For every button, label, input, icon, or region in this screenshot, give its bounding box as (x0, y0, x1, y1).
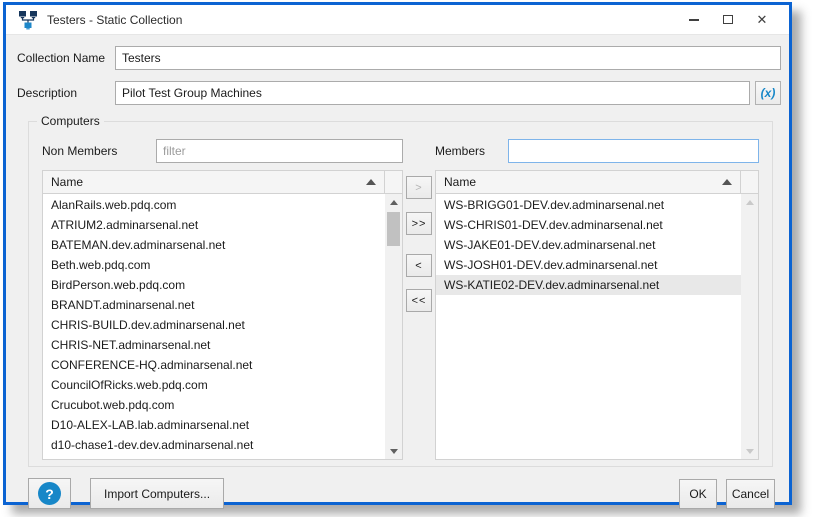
list-item[interactable]: CouncilOfRicks.web.pdq.com (43, 375, 385, 395)
header-scroll-cap (741, 171, 758, 193)
list-item[interactable]: BirdPerson.web.pdq.com (43, 275, 385, 295)
import-computers-button[interactable]: Import Computers... (90, 478, 225, 509)
non-members-rows: AlanRails.web.pdq.com ATRIUM2.adminarsena… (43, 194, 385, 459)
maximize-button[interactable] (711, 7, 745, 33)
insert-variable-button[interactable]: (x) (755, 81, 781, 105)
minimize-button[interactable] (677, 7, 711, 33)
ok-button[interactable]: OK (679, 478, 717, 509)
list-item[interactable]: BATEMAN.dev.adminarsenal.net (43, 235, 385, 255)
members-label: Members (435, 144, 486, 158)
sort-ascending-icon (366, 179, 376, 185)
list-item[interactable]: CHRIS-BUILD.dev.adminarsenal.net (43, 315, 385, 335)
scroll-up-icon (741, 194, 758, 210)
members-name-column-header[interactable]: Name (436, 171, 741, 193)
non-members-label: Non Members (42, 144, 118, 158)
non-members-scrollbar[interactable] (385, 194, 402, 459)
remove-selected-button[interactable]: < (406, 254, 432, 277)
list-item[interactable]: Crucubot.web.pdq.com (43, 395, 385, 415)
maximize-icon (723, 15, 733, 24)
remove-all-button[interactable]: << (406, 289, 432, 312)
list-item[interactable]: WS-CHRIS01-DEV.dev.adminarsenal.net (436, 215, 741, 235)
computers-group: Computers Non Members Members Name (28, 114, 773, 467)
description-label: Description (17, 86, 78, 100)
collection-name-label: Collection Name (17, 51, 106, 65)
help-icon: ? (38, 482, 61, 505)
close-button[interactable]: ✕ (745, 7, 779, 33)
scrollbar-thumb[interactable] (387, 212, 400, 246)
non-members-filter-input[interactable] (156, 139, 403, 163)
members-scrollbar (741, 194, 758, 459)
help-button[interactable]: ? (28, 478, 71, 509)
list-item[interactable]: CONFERENCE-HQ.adminarsenal.net (43, 355, 385, 375)
close-icon: ✕ (756, 12, 768, 27)
list-item[interactable]: WS-JAKE01-DEV.dev.adminarsenal.net (436, 235, 741, 255)
list-item[interactable]: ATRIUM2.adminarsenal.net (43, 215, 385, 235)
list-item[interactable]: Beth.web.pdq.com (43, 255, 385, 275)
list-item[interactable]: WS-KATIE02-DEV.dev.adminarsenal.net (436, 275, 741, 295)
list-item[interactable]: WS-BRIGG01-DEV.dev.adminarsenal.net (436, 195, 741, 215)
list-item[interactable]: d10-chase1-dev.dev.adminarsenal.net (43, 435, 385, 455)
list-item[interactable]: WS-JOSH01-DEV.dev.adminarsenal.net (436, 255, 741, 275)
header-scroll-cap (385, 171, 402, 193)
cancel-button[interactable]: Cancel (726, 478, 775, 509)
add-all-button[interactable]: >> (406, 212, 432, 235)
list-item[interactable]: BRANDT.adminarsenal.net (43, 295, 385, 315)
list-item[interactable]: AlanRails.web.pdq.com (43, 195, 385, 215)
scroll-down-icon[interactable] (385, 443, 402, 459)
scroll-up-icon[interactable] (385, 194, 402, 210)
add-selected-button[interactable]: > (406, 176, 432, 199)
collection-name-input[interactable] (115, 46, 781, 70)
minimize-icon (689, 18, 699, 21)
list-item[interactable]: CHRIS-NET.adminarsenal.net (43, 335, 385, 355)
members-filter-input[interactable] (508, 139, 759, 163)
window-title: Testers - Static Collection (47, 12, 183, 27)
sort-ascending-icon (722, 179, 732, 185)
non-members-name-column-header[interactable]: Name (43, 171, 385, 193)
computers-group-label: Computers (37, 114, 104, 128)
column-header-label: Name (444, 175, 477, 189)
column-header-label: Name (51, 175, 84, 189)
list-item[interactable]: D10-ALEX-LAB.lab.adminarsenal.net (43, 415, 385, 435)
scroll-down-icon (741, 443, 758, 459)
non-members-list: Name AlanRails.web.pdq.com ATRIUM2.admina… (42, 170, 403, 460)
static-collection-icon (19, 10, 37, 29)
dialog-window: Testers - Static Collection ✕ Collection… (3, 2, 792, 509)
members-list: Name WS-BRIGG01-DEV.dev.adminarsenal.net… (435, 170, 759, 460)
title-bar[interactable]: Testers - Static Collection ✕ (6, 5, 789, 35)
description-input[interactable] (115, 81, 750, 105)
members-rows: WS-BRIGG01-DEV.dev.adminarsenal.net WS-CH… (436, 194, 741, 459)
